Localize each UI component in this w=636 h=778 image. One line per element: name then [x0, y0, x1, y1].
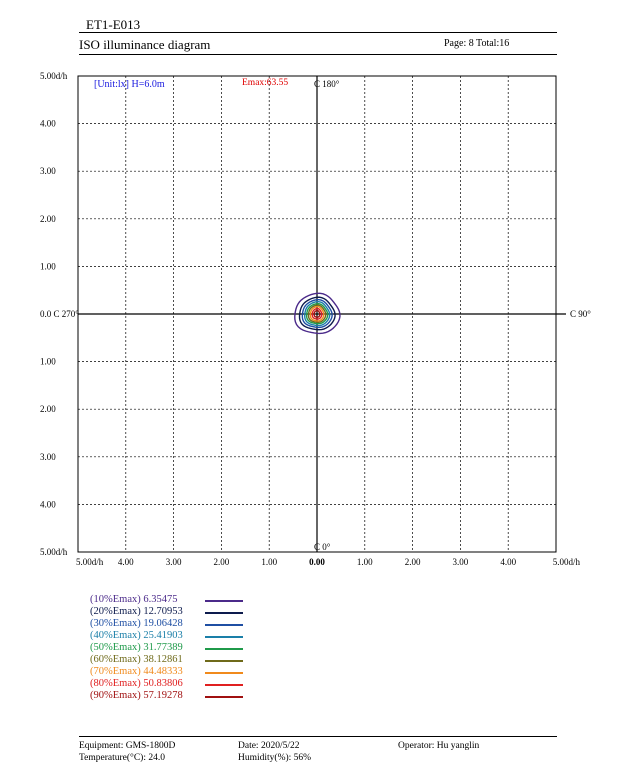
x-tick-label: 3.00: [453, 557, 469, 567]
date-label: Date: 2020/5/22: [238, 741, 300, 751]
legend-swatch-10pct: [205, 600, 243, 602]
x-tick-label: 1.00: [357, 557, 373, 567]
legend-item-10pct: (10%Emax) 6.35475: [90, 594, 178, 605]
x-tick-label: 4.00: [500, 557, 516, 567]
c0-label: C 0°: [314, 542, 331, 552]
legend-swatch-40pct: [205, 636, 243, 638]
legend-swatch-90pct: [205, 696, 243, 698]
legend-swatch-80pct: [205, 684, 243, 686]
humidity-label: Humidity(%): 56%: [238, 753, 312, 763]
legend-item-80pct: (80%Emax) 50.83806: [90, 678, 183, 689]
legend-swatch-70pct: [205, 672, 243, 674]
legend-item-90pct: (90%Emax) 57.19278: [90, 690, 183, 701]
legend-item-50pct: (50%Emax) 31.77389: [90, 642, 183, 653]
y-tick-label: 1.00: [40, 357, 56, 367]
y-tick-label: 3.00: [40, 166, 56, 176]
equipment-label: Equipment: GMS-1800D: [79, 741, 176, 751]
legend-swatch-30pct: [205, 624, 243, 626]
y-tick-label: 1.00: [40, 261, 56, 271]
y-tick-label: 4.00: [40, 119, 56, 129]
y-tick-label: 5.00d/h: [40, 71, 68, 81]
c90-label: C 90°: [570, 309, 591, 319]
x-tick-label: 1.00: [261, 557, 277, 567]
legend-swatch-50pct: [205, 648, 243, 650]
y-tick-label: 3.00: [40, 452, 56, 462]
x-tick-label: 5.00d/h: [553, 557, 581, 567]
iso-illuminance-chart: 5.00d/h 4.00 3.00 2.00 1.00 0.0 C 270° 1.00 2.0…: [40, 71, 591, 567]
footer-divider: [79, 736, 557, 737]
y-tick-label: 2.00: [40, 214, 56, 224]
y-tick-label: 5.00d/h: [40, 547, 68, 557]
c180-label: C 180°: [314, 79, 340, 89]
y-tick-label: 4.00: [40, 499, 56, 509]
x-tick-label: 5.00d/h: [76, 557, 104, 567]
annotations: C 180° C 0° C 90° [Unit:lx] H=6.0m Emax:63.5…: [94, 78, 591, 552]
x-tick-label: 2.00: [214, 557, 230, 567]
y-tick-label: 0.0 C 270°: [40, 309, 79, 319]
operator-label: Operator: Hu yanglin: [398, 741, 480, 751]
legend-item-60pct: (60%Emax) 38.12861: [90, 654, 183, 665]
legend-swatch-60pct: [205, 660, 243, 662]
x-tick-label: 4.00: [118, 557, 134, 567]
y-tick-label: 2.00: [40, 404, 56, 414]
unit-label: [Unit:lx] H=6.0m: [94, 79, 165, 90]
legend-item-20pct: (20%Emax) 12.70953: [90, 606, 183, 617]
legend-item-70pct: (70%Emax) 44.48333: [90, 666, 183, 677]
x-tick-label: 0.00: [309, 557, 325, 567]
legend-item-30pct: (30%Emax) 19.06428: [90, 618, 183, 629]
legend-swatch-20pct: [205, 612, 243, 614]
x-tick-label: 3.00: [166, 557, 182, 567]
emax-label: Emax:63.55: [242, 78, 288, 88]
x-tick-label: 2.00: [405, 557, 421, 567]
legend-item-40pct: (40%Emax) 25.41903: [90, 630, 183, 641]
temperature-label: Temperature(°C): 24.0: [79, 753, 165, 763]
